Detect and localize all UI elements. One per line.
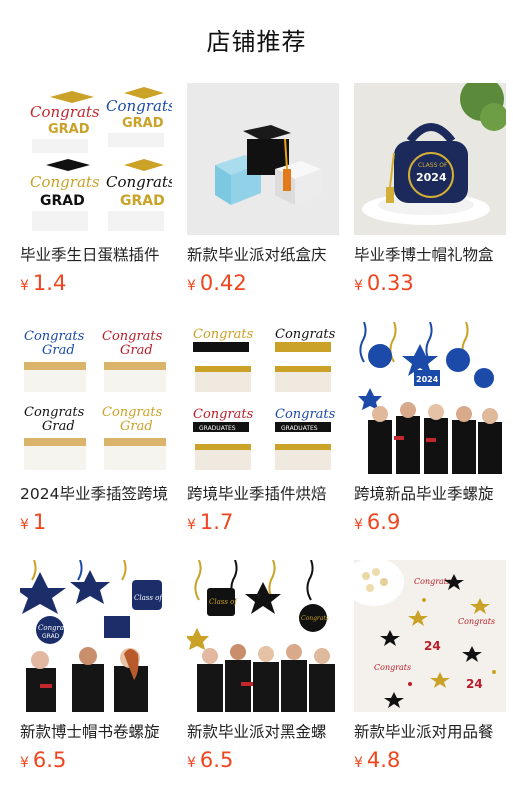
svg-text:Grad: Grad <box>42 343 75 358</box>
svg-text:Congrats: Congrats <box>106 173 172 191</box>
product-image[interactable]: Class of Congrats <box>187 560 339 712</box>
currency-symbol: ¥ <box>354 278 363 294</box>
price-row: ¥0.33 <box>354 271 414 303</box>
currency-symbol: ¥ <box>20 755 29 771</box>
product-image[interactable]: Congrats Grad Congrats Grad Congrats Gra… <box>20 322 172 474</box>
svg-text:Congrats: Congrats <box>24 405 85 420</box>
svg-text:Congrats: Congrats <box>301 615 329 622</box>
svg-text:Congrats: Congrats <box>414 577 451 586</box>
svg-text:GRADUATES: GRADUATES <box>199 425 236 432</box>
svg-text:Congrats: Congrats <box>374 663 411 672</box>
currency-symbol: ¥ <box>187 755 196 771</box>
product-image[interactable]: Congrats Congrats 24 Congrats 24 <box>354 560 506 712</box>
price-row: ¥6.9 <box>354 510 400 542</box>
currency-symbol: ¥ <box>20 278 29 294</box>
svg-text:Class of: Class of <box>209 598 238 606</box>
product-price: 1 <box>32 510 47 534</box>
product-name[interactable]: 新款毕业派对用品餐 <box>354 720 506 744</box>
product-name[interactable]: 2024毕业季插签跨境 <box>20 482 172 506</box>
svg-text:GRAD: GRAD <box>120 193 165 209</box>
svg-text:2024: 2024 <box>416 375 439 384</box>
product-image[interactable]: Congrats Congrats Congrats GRADUATES Con… <box>187 322 339 474</box>
svg-text:Grad: Grad <box>120 343 153 358</box>
svg-text:GRAD: GRAD <box>122 116 164 131</box>
svg-text:Congrats: Congrats <box>30 173 100 191</box>
svg-text:2024: 2024 <box>416 171 447 184</box>
product-card[interactable]: Congrats GRAD Congrats GRAD Congrats GRA… <box>20 83 172 299</box>
product-image[interactable]: Class of Congrats GRAD <box>20 560 172 712</box>
product-price: 0.33 <box>366 271 414 295</box>
svg-text:Grad: Grad <box>42 419 75 434</box>
svg-text:Congrats: Congrats <box>193 407 254 422</box>
svg-text:GRADUATES: GRADUATES <box>281 425 318 432</box>
product-price: 4.8 <box>366 748 401 772</box>
product-card[interactable]: Class of Congrats GRAD 新款博士帽书卷螺旋 ¥6.5 <box>20 560 172 776</box>
product-name[interactable]: 新款毕业派对纸盒庆 <box>187 243 339 267</box>
price-row: ¥0.42 <box>187 271 247 303</box>
currency-symbol: ¥ <box>354 517 363 533</box>
product-card[interactable]: 2024 跨境新品毕业季螺旋 ¥6.9 <box>354 322 506 538</box>
currency-symbol: ¥ <box>187 517 196 533</box>
product-card[interactable]: Congrats Congrats Congrats GRADUATES Con… <box>187 322 339 538</box>
product-name[interactable]: 毕业季博士帽礼物盒 <box>354 243 506 267</box>
product-price: 6.9 <box>366 510 401 534</box>
product-card[interactable]: Class of Congrats 新款毕业派对黑金螺 ¥6.5 <box>187 560 339 776</box>
currency-symbol: ¥ <box>20 517 29 533</box>
product-price: 0.42 <box>199 271 247 295</box>
svg-text:Congrats: Congrats <box>193 327 254 342</box>
product-price: 1.7 <box>199 510 234 534</box>
svg-text:Congrats: Congrats <box>102 329 163 344</box>
svg-text:Congrats: Congrats <box>106 97 172 115</box>
product-name[interactable]: 新款博士帽书卷螺旋 <box>20 720 172 744</box>
svg-text:Congrats: Congrats <box>275 327 336 342</box>
product-image[interactable] <box>187 83 339 235</box>
svg-text:Congrats: Congrats <box>102 405 163 420</box>
price-row: ¥1 <box>20 510 46 542</box>
svg-text:GRAD: GRAD <box>42 633 60 640</box>
svg-text:24: 24 <box>424 639 441 653</box>
product-image[interactable]: 2024 <box>354 322 506 474</box>
product-name[interactable]: 毕业季生日蛋糕插件 <box>20 243 172 267</box>
svg-text:Congrats: Congrats <box>30 103 100 121</box>
price-row: ¥1.7 <box>187 510 233 542</box>
page-title: 店铺推荐 <box>206 28 307 56</box>
svg-text:Grad: Grad <box>120 419 153 434</box>
svg-text:CLASS OF: CLASS OF <box>418 162 448 169</box>
price-row: ¥6.5 <box>20 748 66 780</box>
product-name[interactable]: 新款毕业派对黑金螺 <box>187 720 339 744</box>
product-card[interactable]: Congrats Grad Congrats Grad Congrats Gra… <box>20 322 172 538</box>
price-row: ¥4.8 <box>354 748 400 780</box>
product-card[interactable]: Congrats Congrats 24 Congrats 24 新款毕业派对用… <box>354 560 506 776</box>
svg-text:Congrats: Congrats <box>458 617 495 626</box>
svg-text:Class of: Class of <box>134 594 163 602</box>
product-image[interactable]: Congrats GRAD Congrats GRAD Congrats GRA… <box>20 83 172 235</box>
product-name[interactable]: 跨境毕业季插件烘焙 <box>187 482 339 506</box>
svg-text:Congrats: Congrats <box>275 407 336 422</box>
svg-text:Congrats: Congrats <box>24 329 85 344</box>
price-row: ¥6.5 <box>187 748 233 780</box>
product-price: 6.5 <box>199 748 234 772</box>
price-row: ¥1.4 <box>20 271 66 303</box>
product-image[interactable]: CLASS OF 2024 <box>354 83 506 235</box>
currency-symbol: ¥ <box>187 278 196 294</box>
product-price: 6.5 <box>32 748 67 772</box>
currency-symbol: ¥ <box>354 755 363 771</box>
svg-text:GRAD: GRAD <box>48 122 90 137</box>
svg-text:GRAD: GRAD <box>40 193 85 209</box>
product-card[interactable]: CLASS OF 2024 毕业季博士帽礼物盒 ¥0.33 <box>354 83 506 299</box>
product-name[interactable]: 跨境新品毕业季螺旋 <box>354 482 506 506</box>
product-card[interactable]: 新款毕业派对纸盒庆 ¥0.42 <box>187 83 339 299</box>
svg-text:Congrats: Congrats <box>38 624 71 632</box>
svg-text:24: 24 <box>466 677 483 691</box>
product-price: 1.4 <box>32 271 67 295</box>
